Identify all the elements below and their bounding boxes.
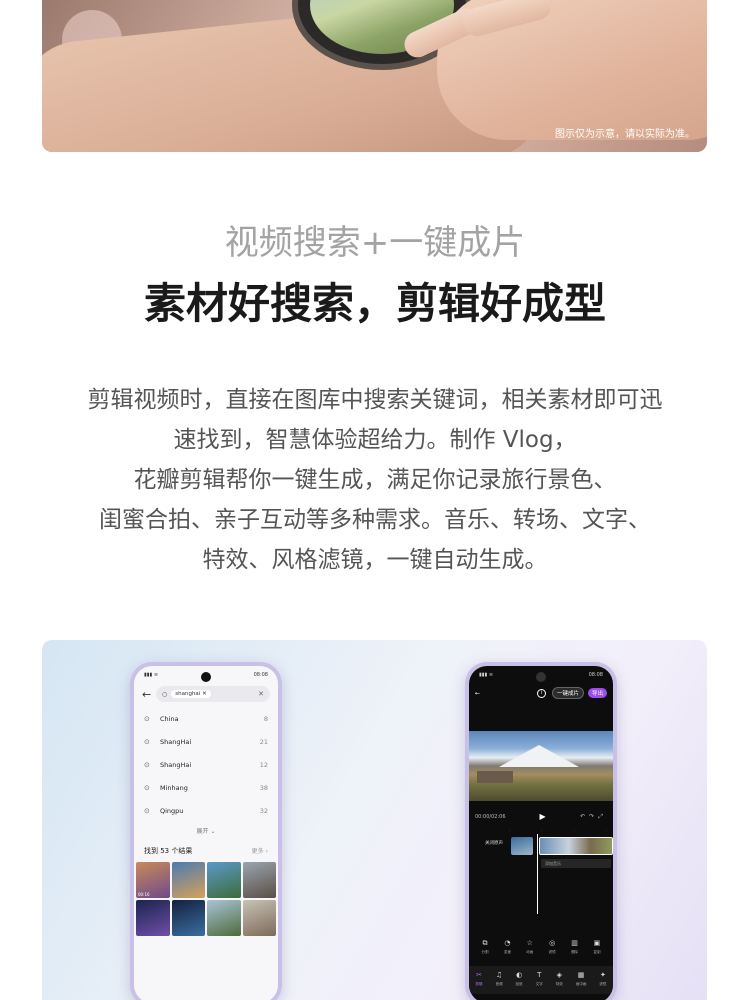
photo-thumb[interactable] — [242, 862, 276, 898]
editor-screen: ▮▮▮ ≋ 08:08 ← i 一键成片 导出 00:00/02:06 ▶ ↶↷… — [469, 666, 613, 1000]
location-count: 38 — [259, 784, 268, 792]
location-name: Minhang — [160, 784, 188, 792]
timecode: 00:00/02:06 — [475, 813, 506, 820]
search-icon: ○ — [162, 690, 168, 698]
photo-thumb[interactable] — [242, 900, 276, 936]
location-item[interactable]: ⊙ ShangHai 21 — [144, 731, 268, 753]
play-icon[interactable]: ▶ — [540, 812, 546, 821]
time-ruler: · · · · — [509, 828, 607, 833]
location-count: 21 — [259, 738, 268, 746]
filter-tool[interactable]: ◎ 滤镜 — [542, 939, 562, 957]
playback-controls: 00:00/02:06 ▶ ↶↷⤢ — [475, 812, 607, 821]
phone-gallery: ▮▮▮ ≋ 08:08 ← ○ shanghai ✕ ✕ ⊙ China 8 ⊙… — [130, 662, 282, 1000]
hero-photo: 图示仅为示意，请以实际为准。 — [42, 0, 707, 152]
location-name: Qingpu — [160, 807, 184, 815]
location-item[interactable]: ⊙ ShangHai 12 — [144, 754, 268, 776]
export-button[interactable]: 导出 — [587, 688, 607, 698]
location-count: 32 — [259, 807, 268, 815]
disclaimer: 图示仅为示意，请以实际为准。 — [555, 129, 695, 140]
bottom-tab-bar: ✂ 剪辑 ♫ 音频 ◐ 贴纸 T 文字 ◈ 特效 ▦ 画中画 ✦ 滤镜 — [469, 966, 613, 994]
section-description: 剪辑视频时，直接在图库中搜索关键词，相关素材即可迅 速找到，智慧体验超给力。制作… — [40, 380, 710, 580]
photo-thumb[interactable]: 00:16 — [136, 862, 170, 898]
tab-audio[interactable]: ♫ 音频 — [496, 971, 503, 989]
tab-text[interactable]: T 文字 — [536, 971, 543, 989]
signal-icon: ▮▮▮ ≋ — [479, 672, 494, 678]
tab-filter[interactable]: ✦ 滤镜 — [599, 971, 606, 989]
photo-thumb[interactable] — [207, 900, 241, 936]
location-item[interactable]: ⊙ China 8 — [144, 708, 268, 730]
more-link[interactable]: 更多 › — [252, 846, 268, 856]
signal-icon: ▮▮▮ ≋ — [144, 672, 159, 678]
description-line: 速找到，智慧体验超给力。制作 Vlog， — [173, 427, 577, 453]
photo-thumb[interactable] — [207, 862, 241, 898]
section-title: 素材好搜索，剪辑好成型 — [143, 279, 606, 328]
track-label[interactable]: 关闭原声 — [485, 840, 509, 846]
location-pin-icon: ⊙ — [144, 807, 150, 815]
location-name: China — [160, 715, 179, 723]
results-header: 找到 53 个结果 更多 › — [144, 846, 268, 856]
camera-hole — [536, 672, 546, 682]
expand-button[interactable]: 展开 ⌄ — [134, 826, 278, 835]
clip-thumb[interactable] — [511, 837, 533, 855]
speed-tool[interactable]: ◔ 变速 — [497, 939, 517, 957]
house — [477, 771, 513, 783]
photo-thumb[interactable] — [171, 862, 205, 898]
tab-edit[interactable]: ✂ 剪辑 — [476, 971, 483, 989]
tab-sticker[interactable]: ◐ 贴纸 — [516, 971, 523, 989]
description-line: 特效、风格滤镜，一键自动生成。 — [202, 547, 548, 573]
add-music-track[interactable]: 添加音乐 — [541, 859, 611, 868]
clear-icon[interactable]: ✕ — [258, 690, 264, 698]
location-count: 12 — [259, 761, 268, 769]
edit-tools-row: ⧉ 分割 ◔ 变速 ☆ 动画 ◎ 滤镜 ▥ 删除 ▣ 复制 — [475, 939, 607, 957]
description-line: 剪辑视频时，直接在图库中搜索关键词，相关素材即可迅 — [87, 387, 663, 413]
undo-redo-fullscreen-icons[interactable]: ↶↷⤢ — [580, 813, 607, 821]
location-pin-icon: ⊙ — [144, 784, 150, 792]
photo-grid: 00:16 — [136, 862, 276, 936]
location-item[interactable]: ⊙ Qingpu 32 — [144, 800, 268, 822]
location-name: ShangHai — [160, 761, 192, 769]
animation-tool[interactable]: ☆ 动画 — [520, 939, 540, 957]
video-clip[interactable] — [539, 837, 613, 855]
photo-thumb[interactable] — [136, 900, 170, 936]
one-key-button[interactable]: 一键成片 — [551, 687, 584, 699]
search-input[interactable]: ○ shanghai ✕ ✕ — [156, 686, 270, 702]
video-preview — [469, 731, 613, 801]
back-arrow-icon[interactable]: ← — [142, 688, 156, 701]
status-time: 08:08 — [588, 672, 603, 678]
location-pin-icon: ⊙ — [144, 715, 150, 723]
split-tool[interactable]: ⧉ 分割 — [475, 939, 495, 957]
tab-effects[interactable]: ◈ 特效 — [556, 971, 563, 989]
tab-pip[interactable]: ▦ 画中画 — [576, 971, 587, 989]
section-subtitle: 视频搜索+一键成片 — [224, 223, 526, 263]
results-count: 找到 53 个结果 — [144, 847, 193, 855]
status-time: 08:08 — [253, 672, 268, 678]
camera-hole — [201, 672, 211, 682]
location-item[interactable]: ⊙ Minhang 38 — [144, 777, 268, 799]
info-icon[interactable]: i — [536, 688, 546, 698]
location-pin-icon: ⊙ — [144, 738, 150, 746]
description-line: 闺蜜合拍、亲子互动等多种需求。音乐、转场、文字、 — [99, 507, 651, 533]
gallery-screen: ▮▮▮ ≋ 08:08 ← ○ shanghai ✕ ✕ ⊙ China 8 ⊙… — [134, 666, 278, 1000]
playhead[interactable] — [537, 834, 538, 914]
location-name: ShangHai — [160, 738, 192, 746]
search-bar: ← ○ shanghai ✕ ✕ — [142, 686, 270, 702]
search-chip[interactable]: shanghai ✕ — [171, 690, 211, 698]
phone-editor: ▮▮▮ ≋ 08:08 ← i 一键成片 导出 00:00/02:06 ▶ ↶↷… — [465, 662, 617, 1000]
copy-tool[interactable]: ▣ 复制 — [587, 939, 607, 957]
mountain — [499, 745, 579, 767]
delete-tool[interactable]: ▥ 删除 — [565, 939, 585, 957]
location-pin-icon: ⊙ — [144, 761, 150, 769]
editor-topbar: ← i 一键成片 导出 — [475, 686, 607, 700]
description-line: 花瓣剪辑帮你一键生成，满足你记录旅行景色、 — [133, 467, 617, 493]
photo-thumb[interactable] — [171, 900, 205, 936]
phones-panel: ▮▮▮ ≋ 08:08 ← ○ shanghai ✕ ✕ ⊙ China 8 ⊙… — [42, 640, 707, 1000]
location-count: 8 — [263, 715, 268, 723]
back-arrow-icon[interactable]: ← — [475, 690, 480, 697]
